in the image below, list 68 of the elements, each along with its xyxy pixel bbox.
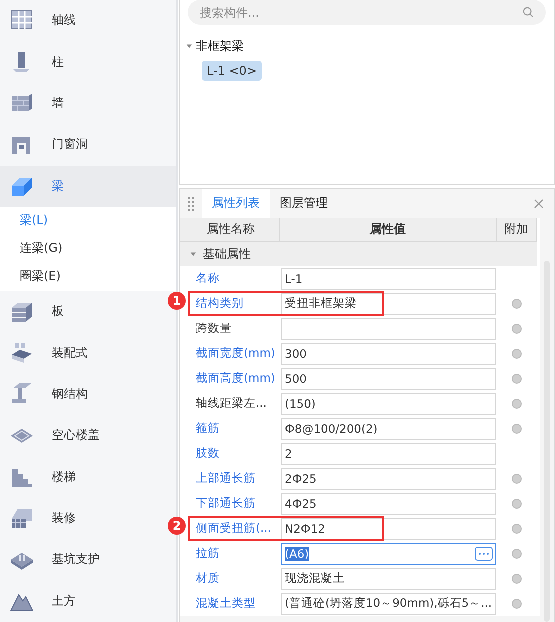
sidebar-subitem[interactable]: 梁(L) (0, 206, 176, 235)
sidebar-subitem[interactable]: 连梁(G) (0, 234, 176, 263)
tree-node[interactable]: 非框架梁 (196, 38, 244, 55)
sidebar-item[interactable]: 墙 (0, 82, 176, 124)
property-value-field[interactable]: Ф8@100/200(2) (281, 418, 496, 440)
property-name: 下部通长筋 (195, 495, 257, 512)
sidebar-item[interactable]: 土方 (0, 580, 176, 622)
sidebar-item[interactable]: 轴线 (0, 0, 176, 42)
property-value-field[interactable]: 受扭非框架梁 (281, 292, 496, 314)
property-value-field[interactable]: N2Ф12 (281, 518, 496, 540)
property-value-field[interactable]: 4Ф25 (281, 492, 496, 514)
sidebar-item[interactable]: 门窗洞 (0, 124, 176, 166)
sidebar-item[interactable]: 钢结构 (0, 374, 176, 416)
attach-radio[interactable] (512, 548, 522, 558)
sidebar-item[interactable]: 柱 (0, 41, 176, 83)
property-name: 名称 (195, 270, 221, 287)
attach-radio[interactable] (512, 374, 522, 384)
property-name: 跨数量 (195, 320, 233, 337)
tree-leaf[interactable]: L-1 <0> (202, 61, 262, 81)
sidebar-item[interactable]: 空心楼盖 (0, 415, 176, 457)
property-value-field[interactable]: L-1 (281, 268, 496, 290)
property-name: 上部通长筋 (195, 470, 257, 487)
property-name: 混凝土类型 (195, 595, 257, 612)
property-name: 侧面受扭筋(... (195, 520, 272, 537)
search-icon[interactable] (523, 7, 534, 18)
attach-radio[interactable] (512, 424, 522, 434)
property-name: 材质 (195, 570, 221, 587)
attach-radio[interactable] (512, 324, 522, 334)
column-header: 属性名称 (180, 218, 280, 242)
property-value-field[interactable]: 500 (281, 368, 496, 390)
property-name: 轴线距梁左... (195, 395, 268, 412)
property-value-field[interactable]: (普通砼(坍落度10～90mm),砾石5～... (281, 592, 496, 614)
property-value-field[interactable] (281, 318, 496, 340)
property-name: 截面宽度(mm) (195, 345, 276, 362)
attach-radio[interactable] (512, 598, 522, 608)
search-field[interactable]: 搜索构件... (188, 0, 546, 25)
property-name: 结构类别 (195, 295, 245, 312)
property-name: 截面高度(mm) (195, 370, 276, 387)
property-name: 肢数 (195, 445, 221, 462)
tab[interactable]: 属性列表 (202, 189, 270, 218)
drag-handle-icon[interactable] (188, 196, 194, 210)
attach-radio[interactable] (512, 348, 522, 358)
attach-radio[interactable] (512, 498, 522, 508)
property-value-field[interactable]: (150) (281, 392, 496, 414)
sidebar-subitem[interactable]: 圈梁(E) (0, 262, 176, 291)
property-value-field[interactable]: (A6) (281, 542, 496, 564)
sidebar-item[interactable]: 装配式 (0, 332, 176, 374)
column-header: 附加 (497, 218, 537, 242)
attach-radio[interactable] (512, 474, 522, 484)
property-name: 箍筋 (195, 420, 221, 437)
group-header[interactable]: 基础属性 (203, 246, 251, 262)
tab[interactable]: 图层管理 (270, 189, 338, 218)
attach-radio[interactable] (512, 524, 522, 534)
sidebar-item[interactable]: 基坑支护 (0, 539, 176, 581)
more-button[interactable] (475, 546, 493, 560)
caret-icon[interactable] (186, 43, 193, 50)
property-value-field[interactable]: 2Ф25 (281, 468, 496, 490)
attach-radio[interactable] (512, 398, 522, 408)
close-icon[interactable] (534, 199, 544, 209)
attach-radio[interactable] (512, 574, 522, 584)
property-value-field[interactable]: 2 (281, 442, 496, 464)
caret-icon[interactable] (190, 250, 197, 258)
property-name: 拉筋 (195, 545, 221, 562)
attach-radio[interactable] (512, 298, 522, 308)
sidebar-item[interactable]: 楼梯 (0, 456, 176, 498)
property-value-field[interactable]: 300 (281, 342, 496, 364)
property-value-field[interactable]: 现浇混凝土 (281, 568, 496, 590)
column-header: 属性值 (280, 218, 497, 242)
